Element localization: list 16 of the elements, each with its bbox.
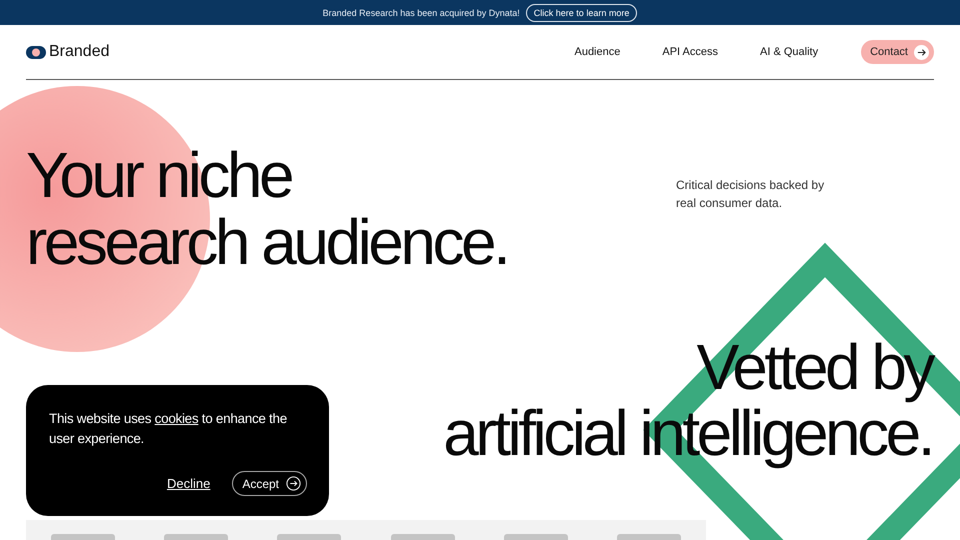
contact-button[interactable]: Contact bbox=[861, 40, 934, 64]
cookie-message: This website uses cookies to enhance the user experience. bbox=[49, 410, 288, 448]
hero-tagline: Critical decisions backed by real consumer data. bbox=[676, 177, 826, 212]
nav-link[interactable]: AI & Quality bbox=[739, 46, 840, 58]
nav-link[interactable]: Audience bbox=[553, 46, 642, 58]
arrow-right-icon bbox=[286, 476, 301, 491]
announcement-text: Branded Research has been acquired by Dynata! bbox=[322, 8, 520, 18]
accept-button[interactable]: Accept bbox=[232, 471, 307, 496]
nav-link[interactable]: API Access bbox=[641, 46, 739, 58]
hero-title: Your niche research audience. bbox=[26, 142, 508, 276]
decline-button[interactable]: Decline bbox=[166, 476, 210, 491]
logo-text[interactable]: Branded bbox=[49, 43, 110, 61]
arrow-right-icon bbox=[917, 48, 926, 56]
logo-icon bbox=[26, 46, 46, 58]
learn-more-link[interactable]: Click here to learn more bbox=[526, 4, 638, 22]
cookies-link[interactable]: cookies bbox=[154, 411, 198, 426]
